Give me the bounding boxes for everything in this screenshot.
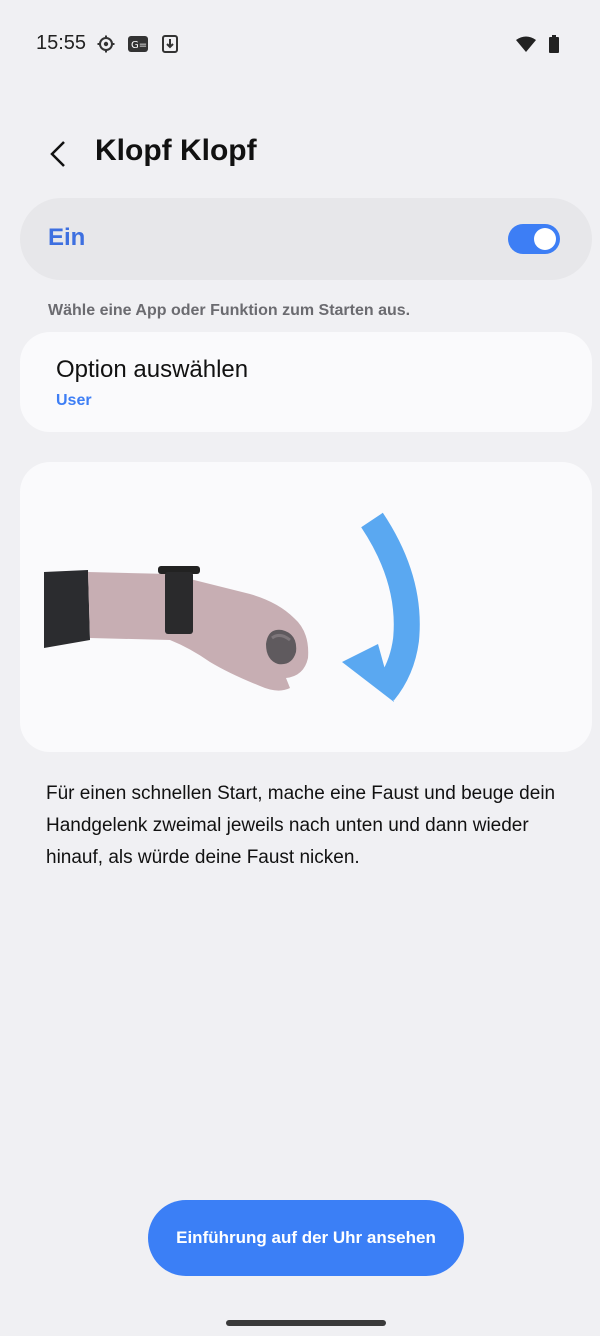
- home-indicator[interactable]: [226, 1320, 386, 1326]
- svg-text:G=: G=: [131, 40, 147, 51]
- status-time: 15:55: [36, 32, 87, 54]
- master-toggle-row[interactable]: Ein: [20, 198, 592, 280]
- helper-text: Wähle eine App oder Funktion zum Starten…: [48, 302, 411, 319]
- option-value: User: [56, 392, 92, 409]
- settings-gear-icon: [96, 34, 116, 54]
- download-icon: [160, 34, 180, 54]
- illustration-card: [20, 462, 592, 752]
- chevron-left-icon: [50, 141, 65, 167]
- status-icons-right: [516, 34, 564, 54]
- toggle-label: Ein: [48, 224, 86, 251]
- option-title: Option auswählen: [56, 356, 249, 383]
- header: Klopf Klopf: [0, 120, 600, 190]
- watch-tutorial-button[interactable]: Einführung auf der Uhr ansehen: [148, 1200, 464, 1276]
- page-title: Klopf Klopf: [95, 134, 257, 167]
- wifi-icon: [516, 34, 536, 54]
- back-button[interactable]: [40, 136, 76, 172]
- toggle-switch[interactable]: [508, 224, 560, 254]
- g-badge-icon: G=: [128, 34, 148, 54]
- battery-icon: [544, 34, 564, 54]
- wrist-knock-gesture-illustration: [44, 512, 420, 702]
- status-icons-left: G=: [96, 34, 180, 54]
- status-bar: 15:55 G=: [0, 0, 600, 90]
- toggle-knob: [534, 228, 556, 250]
- gesture-description: Für einen schnellen Start, mache eine Fa…: [46, 783, 556, 868]
- option-select-card[interactable]: Option auswählen User: [20, 332, 592, 432]
